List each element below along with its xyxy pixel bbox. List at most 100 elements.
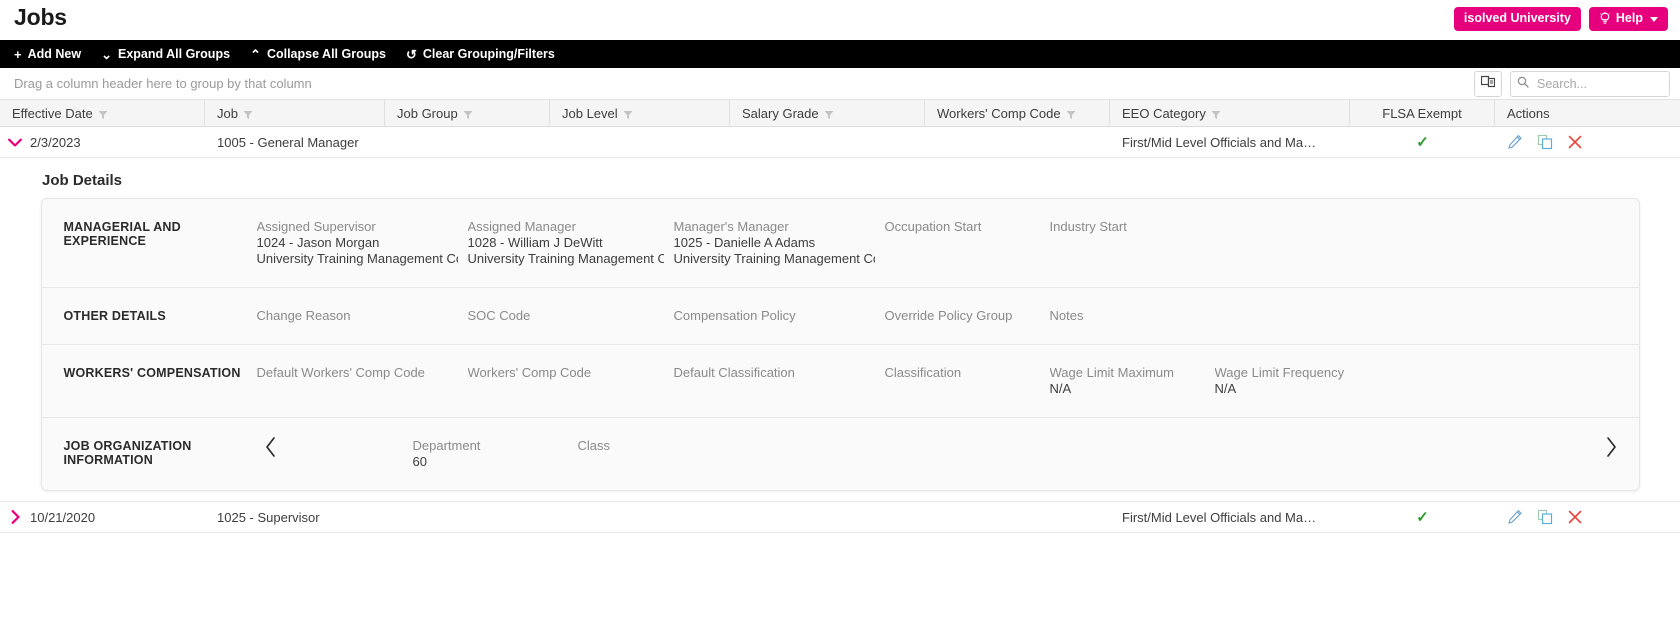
field-workers-comp-code-label: Workers' Comp Code — [467, 365, 592, 380]
cell-flsa-exempt: ✓ — [1350, 127, 1495, 157]
cell-actions — [1495, 502, 1680, 532]
filter-icon[interactable] — [1066, 108, 1076, 119]
page-header: Jobs isolved University Help — [0, 0, 1680, 40]
help-label: Help — [1615, 11, 1643, 26]
copy-icon[interactable] — [1537, 134, 1553, 150]
field-assigned-supervisor: Assigned Supervisor 1024 - Jason Morgan Un… — [257, 219, 468, 267]
cell-job: 1025 - Supervisor — [205, 502, 385, 532]
group-panel[interactable]: Drag a column header here to group by th… — [0, 68, 1680, 100]
col-salary-grade[interactable]: Salary Grade — [730, 100, 925, 126]
expand-all-groups-label: Expand All Groups — [117, 46, 231, 61]
section-job-organization-information-label: JOB ORGANIZATION INFORMATION — [63, 439, 192, 467]
cell-workers-comp-code — [925, 127, 1110, 157]
cell-job-group — [385, 127, 550, 157]
columns-icon — [1480, 75, 1496, 93]
cell-eeo-category: First/Mid Level Officials and Ma… — [1110, 127, 1350, 157]
field-wage-limit-frequency-value: N/A — [1214, 381, 1237, 396]
isolved-university-button[interactable]: isolved University — [1453, 7, 1581, 31]
field-override-policy-group-label: Override Policy Group — [884, 308, 1013, 323]
filter-icon[interactable] — [824, 108, 834, 119]
col-flsa-exempt[interactable]: FLSA Exempt — [1350, 100, 1495, 126]
col-job-group[interactable]: Job Group — [385, 100, 550, 126]
field-classification-label: Classification — [884, 365, 962, 380]
help-button[interactable]: Help — [1588, 7, 1668, 31]
field-change-reason-label: Change Reason — [256, 308, 351, 323]
edit-icon[interactable] — [1507, 134, 1523, 150]
col-job[interactable]: Job — [205, 100, 385, 126]
edit-icon[interactable] — [1507, 509, 1523, 525]
cell-job-value: 1005 - General Manager — [217, 134, 359, 150]
cell-effective-date: 2/3/2023 — [0, 127, 205, 157]
field-department: Department 60 — [413, 438, 578, 470]
section-workers-compensation-label: WORKERS' COMPENSATION — [63, 366, 241, 380]
delete-icon[interactable] — [1567, 134, 1583, 150]
field-assigned-manager: Assigned Manager 1028 - William J DeWitt U… — [468, 219, 674, 267]
section-workers-compensation: WORKERS' COMPENSATION Default Workers' Co… — [41, 345, 1639, 418]
col-workers-comp-code[interactable]: Workers' Comp Code — [925, 100, 1110, 126]
filter-icon[interactable] — [623, 108, 633, 119]
col-effective-date[interactable]: Effective Date — [0, 100, 205, 126]
field-managers-manager: Manager's Manager 1025 - Danielle A Adams… — [674, 219, 885, 267]
col-actions[interactable]: Actions — [1495, 100, 1680, 126]
clear-grouping-filters-button[interactable]: ↺ Clear Grouping/Filters — [406, 48, 555, 61]
field-default-classification: Default Classification — [674, 365, 885, 397]
col-effective-date-label: Effective Date — [12, 105, 93, 121]
grid-header-row: Effective Date Job Job Group Job Level Salar… — [0, 100, 1680, 127]
cell-salary-grade — [730, 127, 925, 157]
field-assigned-manager-value: 1028 - William J DeWitt — [467, 235, 603, 250]
col-job-group-label: Job Group — [397, 105, 458, 121]
grid-body: 2/3/2023 1005 - General Manager First/Mid … — [0, 127, 1680, 533]
delete-icon[interactable] — [1567, 509, 1583, 525]
col-job-label: Job — [217, 105, 238, 121]
cell-workers-comp-code — [925, 502, 1110, 532]
plus-icon: + — [14, 46, 22, 62]
field-compensation-policy-label: Compensation Policy — [673, 308, 796, 323]
col-job-level[interactable]: Job Level — [550, 100, 730, 126]
field-managers-manager-value2: University Training Management Co… — [673, 251, 875, 266]
cell-eeo-category: First/Mid Level Officials and Ma… — [1110, 502, 1350, 532]
filter-icon[interactable] — [243, 108, 253, 119]
table-row[interactable]: 10/21/2020 1025 - Supervisor First/Mid Lev… — [0, 502, 1680, 533]
undo-icon: ↺ — [405, 46, 417, 62]
section-managerial-and-experience-label: MANAGERIAL AND EXPERIENCE — [63, 220, 181, 248]
job-details-panel: Job Details MANAGERIAL AND EXPERIENCE Assi… — [0, 158, 1680, 502]
carousel-prev-button[interactable] — [257, 436, 285, 462]
section-job-organization-information-fields: Department 60 Class — [285, 438, 1583, 470]
collapse-row-icon[interactable] — [0, 135, 30, 149]
filter-icon[interactable] — [1211, 108, 1221, 119]
col-flsa-exempt-label: FLSA Exempt — [1382, 105, 1462, 121]
field-wage-limit-maximum-value: N/A — [1049, 381, 1072, 396]
field-industry-start: Industry Start — [1050, 219, 1215, 267]
effective-date-value: 2/3/2023 — [30, 134, 81, 150]
field-notes-label: Notes — [1049, 308, 1084, 323]
expand-all-groups-button[interactable]: ⌄ Expand All Groups — [101, 48, 230, 61]
section-other-details-label: OTHER DETAILS — [63, 309, 166, 323]
cell-actions — [1495, 127, 1680, 157]
copy-icon[interactable] — [1537, 509, 1553, 525]
field-department-label: Department — [412, 438, 481, 453]
effective-date-value: 10/21/2020 — [30, 509, 96, 525]
lightbulb-icon — [1599, 12, 1611, 25]
col-eeo-category[interactable]: EEO Category — [1110, 100, 1350, 126]
search-box[interactable] — [1510, 71, 1670, 97]
search-input[interactable] — [1535, 76, 1649, 92]
grid-tools — [1474, 71, 1670, 97]
section-other-details-fields: Change Reason SOC Code Compensation Policy… — [257, 308, 1639, 324]
cell-job-level — [550, 127, 730, 157]
grid-toolbar: + Add New ⌄ Expand All Groups ⌃ Collapse… — [0, 40, 1680, 68]
field-assigned-supervisor-value2: University Training Management Com — [256, 251, 458, 266]
field-compensation-policy: Compensation Policy — [674, 308, 885, 324]
expand-row-icon[interactable] — [0, 510, 30, 524]
table-row[interactable]: 2/3/2023 1005 - General Manager First/Mid … — [0, 127, 1680, 158]
cell-eeo-category-value: First/Mid Level Officials and Ma… — [1122, 509, 1317, 525]
carousel-next-button[interactable] — [1583, 436, 1639, 462]
collapse-all-groups-button[interactable]: ⌃ Collapse All Groups — [250, 48, 386, 61]
filter-icon[interactable] — [98, 108, 108, 119]
field-default-workers-comp-code-label: Default Workers' Comp Code — [256, 365, 425, 380]
filter-icon[interactable] — [463, 108, 473, 119]
column-chooser-button[interactable] — [1474, 71, 1502, 97]
field-wage-limit-maximum: Wage Limit Maximum N/A — [1050, 365, 1215, 397]
col-job-level-label: Job Level — [562, 105, 618, 121]
col-eeo-category-label: EEO Category — [1122, 105, 1206, 121]
add-new-button[interactable]: + Add New — [14, 48, 81, 61]
